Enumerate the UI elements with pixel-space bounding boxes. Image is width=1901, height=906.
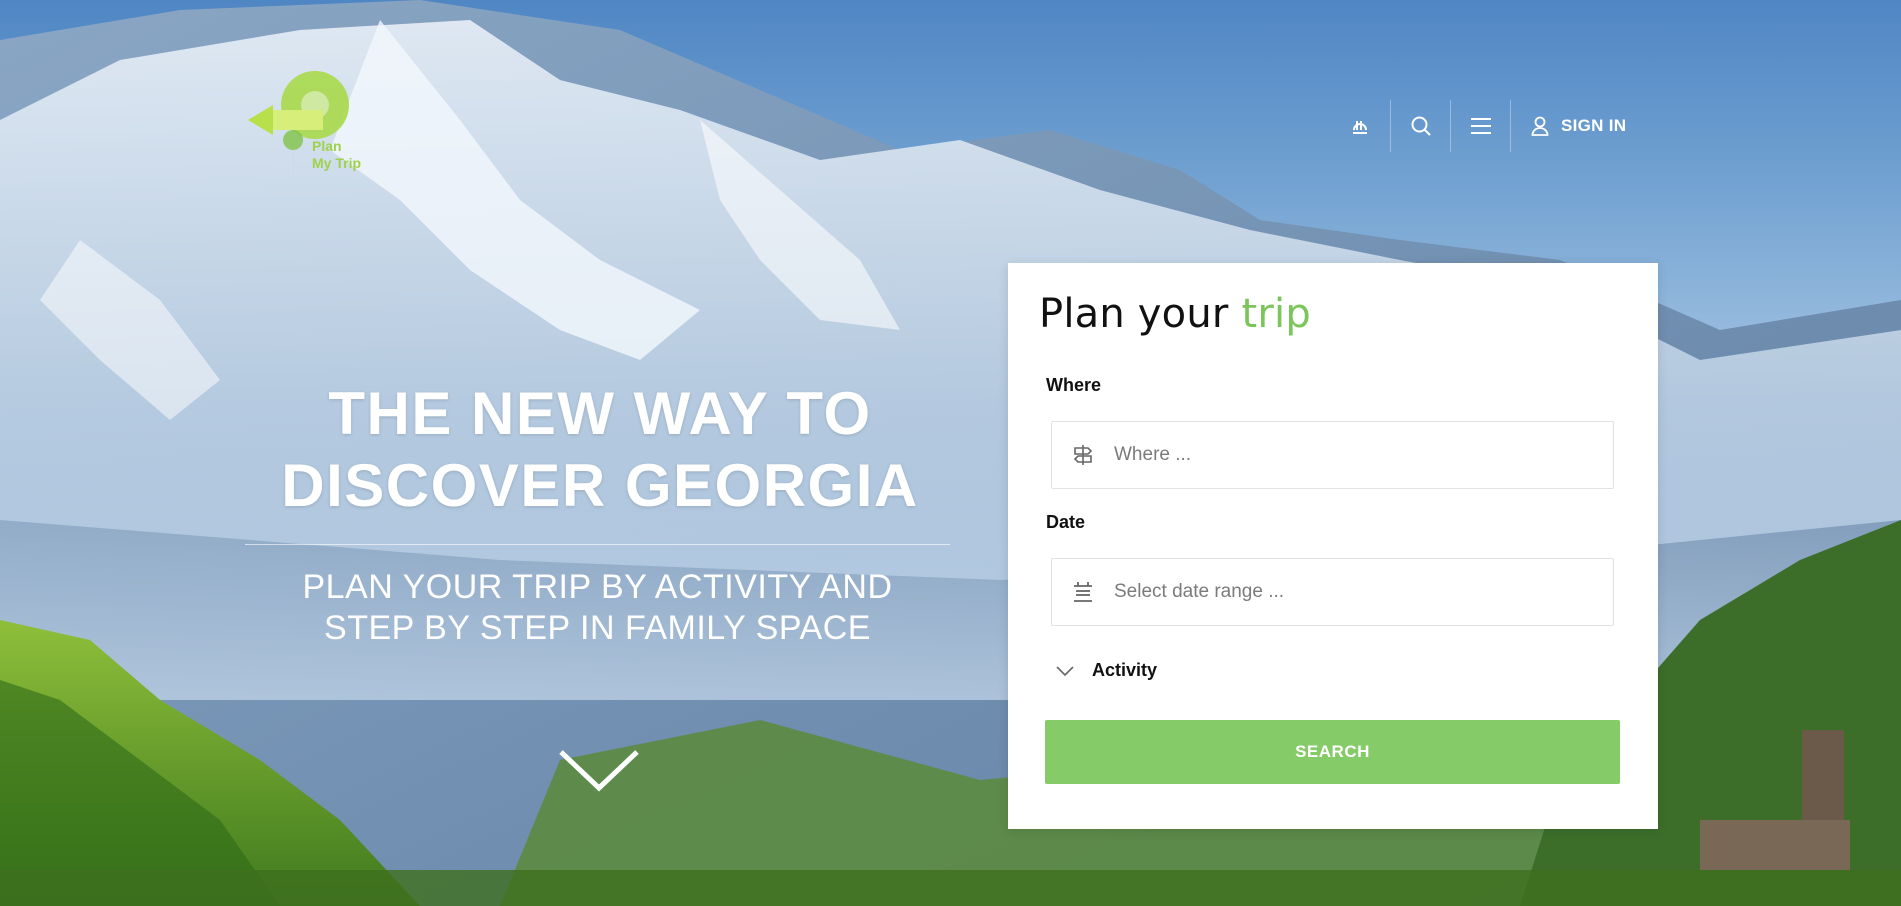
currency-icon [1353, 121, 1367, 134]
logo-line-2: My Trip [312, 155, 362, 171]
headline-line-2: DISCOVER GEORGIA [281, 452, 919, 519]
chevron-down-icon [1056, 665, 1074, 676]
sign-in-label: SIGN IN [1561, 116, 1627, 135]
headline-line-1: THE NEW WAY TO [328, 380, 872, 447]
activity-label: Activity [1092, 660, 1158, 680]
where-input[interactable] [1114, 444, 1594, 466]
menu-icon [1470, 118, 1491, 134]
user-icon [1531, 116, 1549, 136]
hero-subline: PLAN YOUR TRIP BY ACTIVITY AND STEP BY S… [245, 567, 950, 649]
title-accent: trip [1241, 291, 1311, 337]
currency-button[interactable] [1330, 100, 1390, 152]
sign-in-button[interactable]: SIGN IN [1510, 100, 1626, 152]
search-button-submit[interactable]: SEARCH [1045, 720, 1620, 784]
date-label: Date [1046, 512, 1086, 532]
search-icon [1411, 116, 1431, 136]
date-range-input[interactable] [1114, 581, 1594, 603]
logo-wordmark: Plan My Trip [312, 138, 361, 172]
top-navigation: SIGN IN [1330, 100, 1626, 152]
search-button[interactable] [1390, 100, 1450, 152]
subline-line-2: STEP BY STEP IN FAMILY SPACE [324, 609, 871, 647]
date-field[interactable] [1051, 558, 1614, 626]
hero-divider [245, 544, 950, 545]
title-main: Plan your [1039, 291, 1229, 337]
plan-trip-title: Plan your trip [1039, 291, 1311, 337]
where-label: Where [1046, 375, 1102, 395]
signpost-icon [1052, 443, 1114, 467]
logo-line-1: Plan [312, 138, 342, 154]
calendar-icon [1052, 581, 1114, 603]
activity-toggle[interactable]: Activity [1056, 660, 1157, 681]
hero-headline: THE NEW WAY TO DISCOVER GEORGIA [245, 378, 955, 522]
scroll-down-chevron-icon[interactable] [559, 748, 639, 792]
subline-line-1: PLAN YOUR TRIP BY ACTIVITY AND [302, 568, 893, 606]
where-field[interactable] [1051, 421, 1614, 489]
menu-button[interactable] [1450, 100, 1510, 152]
plan-trip-card: Plan your trip Where Date [1008, 263, 1658, 829]
